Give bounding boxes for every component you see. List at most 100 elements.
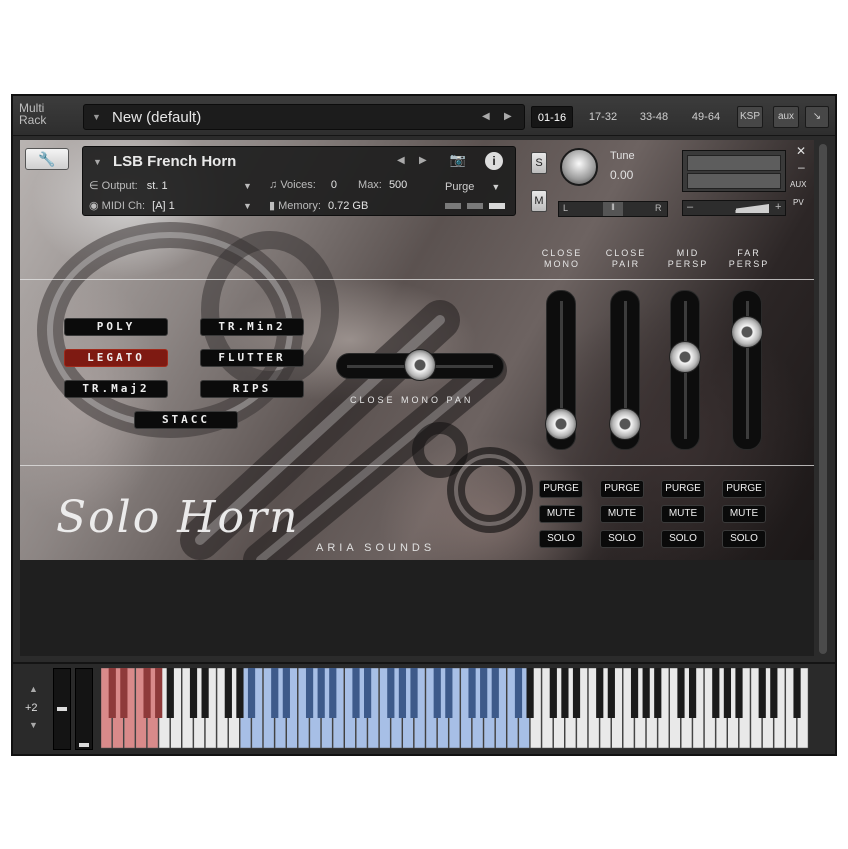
midi-row[interactable]: ◉ MIDI Ch: [A] 1	[89, 199, 175, 212]
fader-knob-close-mono[interactable]	[545, 407, 577, 440]
black-key[interactable]	[468, 668, 476, 718]
mute-button[interactable]: MUTE	[600, 505, 644, 523]
mod-wheel[interactable]	[75, 668, 93, 750]
vertical-scrollbar[interactable]	[819, 144, 827, 654]
pitch-wheel[interactable]	[53, 668, 71, 750]
black-key[interactable]	[596, 668, 604, 718]
midi-value[interactable]: [A] 1	[152, 200, 175, 212]
solo-button[interactable]: SOLO	[722, 530, 766, 548]
chevron-down-icon[interactable]: ▼	[93, 157, 102, 167]
black-key[interactable]	[688, 668, 697, 718]
close-icon[interactable]: ✕	[796, 144, 806, 158]
mute-button[interactable]: MUTE	[722, 505, 766, 523]
black-key[interactable]	[630, 668, 639, 718]
tab-33-48[interactable]: 33-48	[631, 106, 677, 128]
black-key[interactable]	[770, 668, 778, 718]
black-key[interactable]	[607, 668, 615, 718]
artic-flutter-button[interactable]: FLUTTER	[200, 349, 304, 367]
black-key[interactable]	[352, 668, 360, 718]
artic-legato-button[interactable]: LEGATO	[64, 349, 168, 367]
black-key[interactable]	[398, 668, 407, 718]
mute-button[interactable]: M	[531, 190, 547, 212]
octave-up-icon[interactable]: ▲	[29, 684, 38, 694]
purge-button[interactable]: PURGE	[600, 480, 644, 498]
black-key[interactable]	[410, 668, 418, 718]
piano-keyboard[interactable]	[101, 668, 809, 750]
chevron-down-icon[interactable]: ▼	[243, 181, 252, 191]
black-key[interactable]	[433, 668, 441, 718]
black-key[interactable]	[723, 668, 732, 718]
output-value[interactable]: st. 1	[147, 180, 168, 192]
mute-button[interactable]: MUTE	[661, 505, 705, 523]
chevron-down-icon[interactable]: ▼	[92, 112, 101, 122]
ksp-button[interactable]: KSP	[737, 106, 763, 128]
multi-preset-selector[interactable]: ▼ New (default) ◀ ▶	[83, 104, 525, 130]
purge-button[interactable]: PURGE	[661, 480, 705, 498]
tune-knob[interactable]	[560, 148, 598, 186]
solo-button[interactable]: SOLO	[661, 530, 705, 548]
black-key[interactable]	[526, 668, 534, 718]
black-key[interactable]	[364, 668, 372, 718]
solo-button[interactable]: SOLO	[600, 530, 644, 548]
prev-preset-icon[interactable]: ◀	[482, 111, 490, 122]
prev-instrument-icon[interactable]: ◀	[397, 155, 405, 166]
black-key[interactable]	[108, 668, 116, 718]
tune-value[interactable]: 0.00	[610, 168, 633, 182]
black-key[interactable]	[236, 668, 244, 718]
black-key[interactable]	[329, 668, 337, 718]
volume-wedge[interactable]	[703, 204, 769, 213]
black-key[interactable]	[549, 668, 557, 718]
black-key[interactable]	[271, 668, 279, 718]
tab-01-16[interactable]: 01-16	[531, 106, 573, 128]
black-key[interactable]	[677, 668, 685, 718]
wrench-icon[interactable]: 🔧	[25, 148, 69, 170]
black-key[interactable]	[445, 668, 453, 718]
black-key[interactable]	[282, 668, 290, 718]
next-instrument-icon[interactable]: ▶	[419, 155, 427, 166]
collapse-icon[interactable]: ↘	[805, 106, 829, 128]
solo-button[interactable]: SOLO	[539, 530, 583, 548]
black-key[interactable]	[561, 668, 569, 718]
black-key[interactable]	[758, 668, 766, 718]
max-voices-value[interactable]: 500	[389, 179, 407, 191]
black-key[interactable]	[642, 668, 650, 718]
minimize-icon[interactable]: –	[798, 160, 805, 174]
black-key[interactable]	[793, 668, 801, 718]
artic-poly-button[interactable]: POLY	[64, 318, 168, 336]
black-key[interactable]	[166, 668, 174, 718]
black-key[interactable]	[514, 668, 523, 718]
black-key[interactable]	[654, 668, 662, 718]
black-key[interactable]	[120, 668, 128, 718]
fader-knob-far-persp[interactable]	[731, 315, 763, 348]
next-preset-icon[interactable]: ▶	[504, 111, 512, 122]
fader-track[interactable]	[732, 290, 762, 450]
instrument-name[interactable]: LSB French Horn	[113, 153, 236, 170]
black-key[interactable]	[155, 668, 163, 718]
purge-dropdown[interactable]: Purge ▼	[445, 181, 500, 193]
tab-17-32[interactable]: 17-32	[581, 106, 625, 128]
black-key[interactable]	[480, 668, 488, 718]
artic-tr-min2-button[interactable]: TR.Min2	[200, 318, 304, 336]
aux-button[interactable]: aux	[773, 106, 799, 128]
volume-slider[interactable]: – +	[682, 200, 786, 216]
black-key[interactable]	[491, 668, 499, 718]
mute-button[interactable]: MUTE	[539, 505, 583, 523]
black-key[interactable]	[317, 668, 325, 718]
fader-knob-mid-persp[interactable]	[669, 341, 701, 374]
camera-icon[interactable]: 📷	[447, 152, 469, 170]
artic-rips-button[interactable]: RIPS	[200, 380, 304, 398]
pv-toggle[interactable]: PV	[793, 198, 804, 207]
black-key[interactable]	[712, 668, 720, 718]
chevron-down-icon[interactable]: ▼	[243, 201, 252, 211]
artic-tr-maj2-button[interactable]: TR.Maj2	[64, 380, 168, 398]
artic-stacc-button[interactable]: STACC	[134, 411, 238, 429]
black-key[interactable]	[305, 668, 314, 718]
pan-center-handle[interactable]: ‖	[603, 202, 623, 216]
black-key[interactable]	[735, 668, 743, 718]
purge-button[interactable]: PURGE	[539, 480, 583, 498]
info-icon[interactable]: i	[485, 152, 503, 170]
close-mono-pan-knob[interactable]	[404, 349, 436, 381]
black-key[interactable]	[387, 668, 395, 718]
black-key[interactable]	[224, 668, 232, 718]
tab-49-64[interactable]: 49-64	[683, 106, 729, 128]
